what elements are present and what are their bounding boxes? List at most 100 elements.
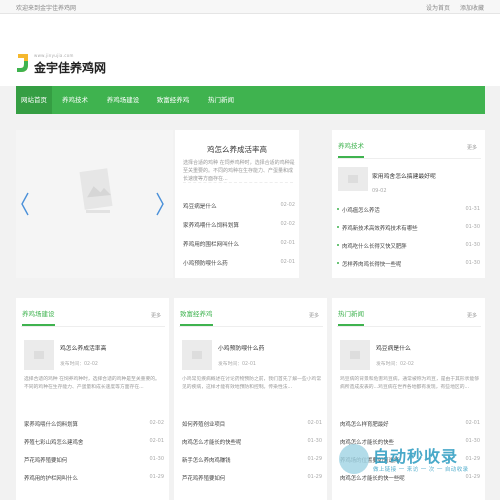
list-item-date: 02-02 bbox=[280, 221, 295, 227]
add-favorite-link[interactable]: 添加收藏 bbox=[460, 5, 484, 12]
feature-date: 发布时间：02-02 bbox=[60, 362, 98, 367]
article-thumbnail[interactable] bbox=[24, 340, 54, 370]
nav-item-home[interactable]: 网站首页 bbox=[16, 86, 52, 114]
section-title[interactable]: 养鸡技术 bbox=[338, 140, 364, 158]
feature-date: 09-02 bbox=[372, 188, 387, 194]
list-item[interactable]: 如何养殖创业项目 02-01 bbox=[182, 420, 322, 428]
list-item[interactable]: 鸡豆病是什么 02-02 bbox=[183, 202, 295, 220]
list-item[interactable]: 怎样养肉鸡长得快一些呢 01-30 bbox=[337, 260, 480, 268]
list-item-date: 01-30 bbox=[307, 438, 322, 444]
logo-mark-icon bbox=[17, 54, 28, 72]
list-item[interactable]: 肉鸡吃什么长得又快又肥胖 01-30 bbox=[337, 242, 480, 250]
section-title[interactable]: 养鸡场建设 bbox=[22, 308, 55, 326]
list-item-title[interactable]: 养鸡用的护栏网叫什么 bbox=[24, 476, 78, 482]
list-item[interactable]: 新手怎么养肉鸡赚钱 01-29 bbox=[182, 456, 322, 464]
list-item-date: 01-30 bbox=[465, 260, 480, 266]
list-item-title[interactable]: 芦花鸡养殖要如何 bbox=[182, 476, 225, 482]
image-placeholder-icon bbox=[79, 168, 113, 213]
main-nav: 网站首页 养鸡技术 养鸡场建设 致富经养鸡 热门新闻 bbox=[16, 86, 485, 114]
nav-item-news[interactable]: 热门新闻 bbox=[198, 86, 244, 114]
list-item[interactable]: 家养鸡喂什么饲料划算 02-02 bbox=[183, 221, 295, 239]
divider bbox=[337, 326, 481, 327]
list-item[interactable]: 家养鸡喂什么饲料划算 02-02 bbox=[24, 420, 164, 428]
watermark-logo-icon bbox=[339, 444, 369, 474]
list-item[interactable]: 养鸡用的护栏网叫什么 01-29 bbox=[24, 474, 164, 482]
feature-title[interactable]: 鸡怎么养成活率高 bbox=[60, 343, 106, 352]
list-item[interactable]: 养鸡新技术高效养鸡技术有哪些 01-30 bbox=[337, 224, 480, 232]
list-item-title[interactable]: 芦花鸡养殖要如何 bbox=[24, 458, 67, 464]
chevron-right-icon[interactable] bbox=[155, 192, 165, 216]
section-title[interactable]: 致富经养鸡 bbox=[180, 308, 213, 326]
more-link[interactable]: 更多 bbox=[467, 312, 477, 319]
list-item[interactable]: 养殖七彩山鸡怎么建鸡舍 02-01 bbox=[24, 438, 164, 446]
feature-title[interactable]: 小鸡预防喂什么药 bbox=[218, 343, 264, 352]
list-item-date: 02-01 bbox=[465, 420, 480, 426]
feature-title[interactable]: 鸡豆病是什么 bbox=[376, 343, 411, 352]
site-logo[interactable]: www.jinyujia.com 金宇佳养鸡网 bbox=[16, 52, 126, 76]
list-item[interactable]: 芦花鸡养殖要如何 01-30 bbox=[24, 456, 164, 464]
list-item[interactable]: 芦花鸡养殖要如何 01-29 bbox=[182, 474, 322, 482]
featured-title[interactable]: 鸡怎么养成活率高 bbox=[175, 144, 299, 155]
list-item-title[interactable]: 养鸡新技术高效养鸡技术有哪些 bbox=[342, 226, 417, 232]
list-item-title[interactable]: 鸡豆病是什么 bbox=[183, 204, 217, 210]
top-links: 设为首页 添加收藏 bbox=[418, 3, 484, 12]
list-item-date: 02-02 bbox=[280, 202, 295, 208]
feature-desc: 鸡豆病的背景和危害鸡豆病，通常被称为鸡豆，是由于其形状能够病所造成皮表的...鸡… bbox=[340, 377, 480, 390]
content-spacer bbox=[0, 114, 500, 130]
list-item-date: 01-29 bbox=[307, 474, 322, 480]
list-item[interactable]: 小鸡瘟怎么养活 01-31 bbox=[337, 206, 480, 214]
image-slider[interactable] bbox=[16, 130, 173, 278]
more-link[interactable]: 更多 bbox=[467, 144, 477, 151]
more-link[interactable]: 更多 bbox=[151, 312, 161, 319]
list-item[interactable]: 肉鸡怎么样育肥最好 02-01 bbox=[340, 420, 480, 428]
list-item[interactable]: 肉鸡怎么才能长的快些呢 01-30 bbox=[182, 438, 322, 446]
feature-title[interactable]: 家用鸡舍怎么搞建最好呢 bbox=[372, 171, 436, 180]
list-item-title[interactable]: 肉鸡怎么样育肥最好 bbox=[340, 422, 389, 428]
image-placeholder-icon bbox=[192, 351, 202, 359]
more-link[interactable]: 更多 bbox=[309, 312, 319, 319]
tech-panel: 养鸡技术 更多 家用鸡舍怎么搞建最好呢 09-02 小鸡瘟怎么养活 01-31 … bbox=[332, 130, 485, 278]
feature-date: 发布时间：02-01 bbox=[218, 362, 256, 367]
image-placeholder-icon bbox=[348, 175, 358, 183]
feature-desc: 小鸡常见疾病概述在讨论药物预防之前，我们首先了解一些小鸡常见的疾病，这样才能有效… bbox=[182, 377, 322, 390]
list-item-title[interactable]: 家养鸡喂什么饲料划算 bbox=[183, 223, 239, 229]
article-thumbnail[interactable] bbox=[338, 167, 368, 191]
list-item-title[interactable]: 家养鸡喂什么饲料划算 bbox=[24, 422, 78, 428]
list-item-title[interactable]: 肉鸡怎么才能长的快些呢 bbox=[182, 440, 241, 446]
feature-date: 发布时间：02-02 bbox=[376, 362, 414, 367]
list-item-title[interactable]: 小鸡瘟怎么养活 bbox=[342, 208, 380, 214]
list-item-date: 02-01 bbox=[307, 420, 322, 426]
chevron-left-icon[interactable] bbox=[20, 192, 30, 216]
list-item[interactable]: 小鸡预防喂什么药 02-01 bbox=[183, 259, 295, 277]
list-item-date: 01-31 bbox=[465, 206, 480, 212]
section-title[interactable]: 热门新闻 bbox=[338, 308, 364, 326]
list-item-date: 02-02 bbox=[149, 420, 164, 426]
set-home-link[interactable]: 设为首页 bbox=[426, 5, 450, 12]
article-thumbnail[interactable] bbox=[340, 340, 370, 370]
divider bbox=[21, 326, 165, 327]
watermark-overlay: 自动秒收录 做上链接 一 来访 一 次 一 自动收录 bbox=[325, 440, 500, 480]
list-item-title[interactable]: 养鸡用的围栏网叫什么 bbox=[183, 242, 239, 248]
article-thumbnail[interactable] bbox=[182, 340, 212, 370]
watermark-text: 自动秒收录 bbox=[373, 447, 459, 466]
list-item-title[interactable]: 肉鸡吃什么长得又快又肥胖 bbox=[342, 244, 407, 250]
list-item-title[interactable]: 小鸡预防喂什么药 bbox=[183, 261, 228, 267]
watermark-subtext: 做上链接 一 来访 一 次 一 自动收录 bbox=[373, 467, 469, 473]
wealth-panel: 致富经养鸡 更多 小鸡预防喂什么药 发布时间：02-01 小鸡常见疾病概述在讨论… bbox=[174, 298, 327, 500]
nav-item-wealth[interactable]: 致富经养鸡 bbox=[148, 86, 198, 114]
list-item-title[interactable]: 如何养殖创业项目 bbox=[182, 422, 225, 428]
nav-item-farm-build[interactable]: 养鸡场建设 bbox=[98, 86, 148, 114]
list-item-date: 02-01 bbox=[280, 240, 295, 246]
list-item-date: 02-01 bbox=[280, 259, 295, 265]
list-item[interactable]: 养鸡用的围栏网叫什么 02-01 bbox=[183, 240, 295, 258]
logo-domain: www.jinyujia.com bbox=[34, 53, 74, 58]
list-item-date: 01-30 bbox=[149, 456, 164, 462]
featured-article: 鸡怎么养成活率高 选择合适的鸡种 在饲养鸡种时，选择合适的鸡种是至关重要的。不同… bbox=[175, 130, 299, 278]
list-item-date: 01-29 bbox=[149, 474, 164, 480]
list-item-title[interactable]: 养殖七彩山鸡怎么建鸡舍 bbox=[24, 440, 83, 446]
list-item-title[interactable]: 新手怎么养肉鸡赚钱 bbox=[182, 458, 231, 464]
nav-item-tech[interactable]: 养鸡技术 bbox=[52, 86, 98, 114]
image-placeholder-icon bbox=[34, 351, 44, 359]
list-item-title[interactable]: 怎样养肉鸡长得快一些呢 bbox=[342, 262, 401, 268]
site-header: www.jinyujia.com 金宇佳养鸡网 bbox=[0, 14, 500, 86]
